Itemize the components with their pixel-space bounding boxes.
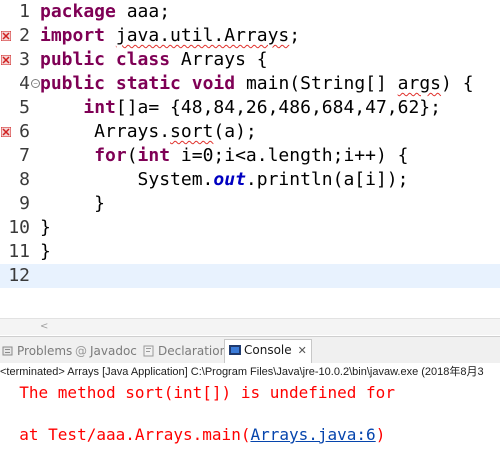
keyword-token: int [83,97,116,118]
code-token: Arrays. [40,121,171,142]
tab-problems-label: Problems [17,344,73,358]
scroll-left-arrow-icon[interactable]: < [40,321,48,332]
line-number: 8 [19,169,30,190]
bottom-panel-tabs: Problems @ Javadoc Declaration Console ✕ [0,336,500,364]
code-token: } [40,217,51,238]
keyword-token: package [40,1,116,22]
keyword-token: import [40,25,106,46]
code-line[interactable]: 4 public static void main(String[] args) … [0,72,500,96]
console-stacktrace-line: at Test/aaa.Arrays.main(Arrays.java:6) [0,425,385,444]
line-number: 5 [19,97,30,118]
code-token: } [40,241,51,262]
code-text: } [40,192,105,216]
at-sign-icon: @ [75,344,87,358]
code-text: Arrays.sort(a); [40,120,257,144]
code-token: i=0;i<a.length;i++) { [170,145,409,166]
code-line[interactable]: 8 System.out.println(a[i]); [0,168,500,192]
keyword-token: for [94,145,127,166]
declaration-icon [143,345,154,357]
code-line[interactable]: 1 package aaa; [0,0,500,24]
code-token: .println(a[i]); [245,169,409,190]
console-icon [229,345,241,355]
code-text: } [40,240,51,264]
error-token: java.util.Arrays [115,25,290,46]
console-status-text: <terminated> Arrays [Java Application] C… [0,366,484,378]
code-token: System. [40,169,214,190]
code-token: ; [289,25,301,46]
code-text: public static void main(String[] args) { [40,72,474,96]
code-token: Arrays { [170,49,268,70]
tab-declaration-label: Declaration [158,344,228,358]
code-line[interactable]: 6 Arrays.sort(a); [0,120,500,144]
code-token: ) { [441,73,474,94]
editor-horizontal-scrollbar[interactable]: < [0,318,500,335]
code-token: out [213,169,246,190]
code-text: import java.util.Arrays; [40,24,300,48]
code-line[interactable]: 12 [0,264,500,288]
code-token: aaa; [115,1,171,22]
code-line[interactable]: 3 public class Arrays { [0,48,500,72]
keyword-token: class [115,49,171,70]
error-marker-icon[interactable] [1,31,11,41]
code-line[interactable]: 11} [0,240,500,264]
line-number: 9 [19,193,30,214]
console-error-line: The method sort(int[]) is undefined for [0,383,395,402]
stacktrace-suffix: ) [375,425,386,444]
tab-declaration[interactable]: Declaration [143,341,227,361]
close-icon[interactable]: ✕ [298,344,307,357]
code-editor[interactable]: 1 package aaa; 2 import java.util.Arrays; 3 p… [0,0,500,318]
keyword-token: static [115,73,181,94]
stacktrace-source-link[interactable]: Arrays.java:6 [250,425,375,444]
line-number: 1 [19,1,30,22]
keyword-token: public [40,49,106,70]
code-token: main(String[] [235,73,398,94]
code-line[interactable]: 5 int[]a= {48,84,26,486,684,47,62}; [0,96,500,120]
keyword-token: public [40,73,106,94]
error-marker-icon[interactable] [1,127,11,137]
code-token: } [40,193,106,214]
code-text: } [40,216,51,240]
tab-console[interactable]: Console ✕ [224,339,312,364]
line-number: 12 [8,265,30,286]
problems-icon [2,346,13,356]
code-token: []a= {48,84,26,486,684,47,62}; [115,97,441,118]
code-text: for(int i=0;i<a.length;i++) { [40,144,408,168]
console-view[interactable]: <terminated> Arrays [Java Application] C… [0,363,500,457]
line-number: 7 [19,145,30,166]
code-line[interactable]: 10} [0,216,500,240]
code-line[interactable]: 2 import java.util.Arrays; [0,24,500,48]
line-number: 4 [19,73,30,94]
code-text: package aaa; [40,0,170,24]
error-token: args [397,73,442,94]
stacktrace-prefix: at Test/aaa.Arrays.main( [0,425,251,444]
eclipse-window: 1 package aaa; 2 import java.util.Arrays; 3 p… [0,0,500,457]
code-text: int[]a= {48,84,26,486,684,47,62}; [40,96,441,120]
line-number: 11 [8,241,30,262]
fold-toggle-icon[interactable]: − [31,79,40,88]
error-token: sort [170,121,214,142]
tab-console-label: Console [244,343,292,357]
code-token: (a); [213,121,257,142]
tab-problems[interactable]: Problems [2,341,72,361]
code-token: ( [126,145,138,166]
tab-javadoc-label: Javadoc [90,344,137,358]
code-text: public class Arrays { [40,48,268,72]
keyword-token: void [191,73,236,94]
code-line[interactable]: 7 for(int i=0;i<a.length;i++) { [0,144,500,168]
line-number: 10 [8,217,30,238]
tab-javadoc[interactable]: @ Javadoc [75,341,137,361]
keyword-token: int [137,145,171,166]
error-marker-icon[interactable] [1,55,11,65]
code-text: System.out.println(a[i]); [40,168,409,192]
code-line[interactable]: 9 } [0,192,500,216]
